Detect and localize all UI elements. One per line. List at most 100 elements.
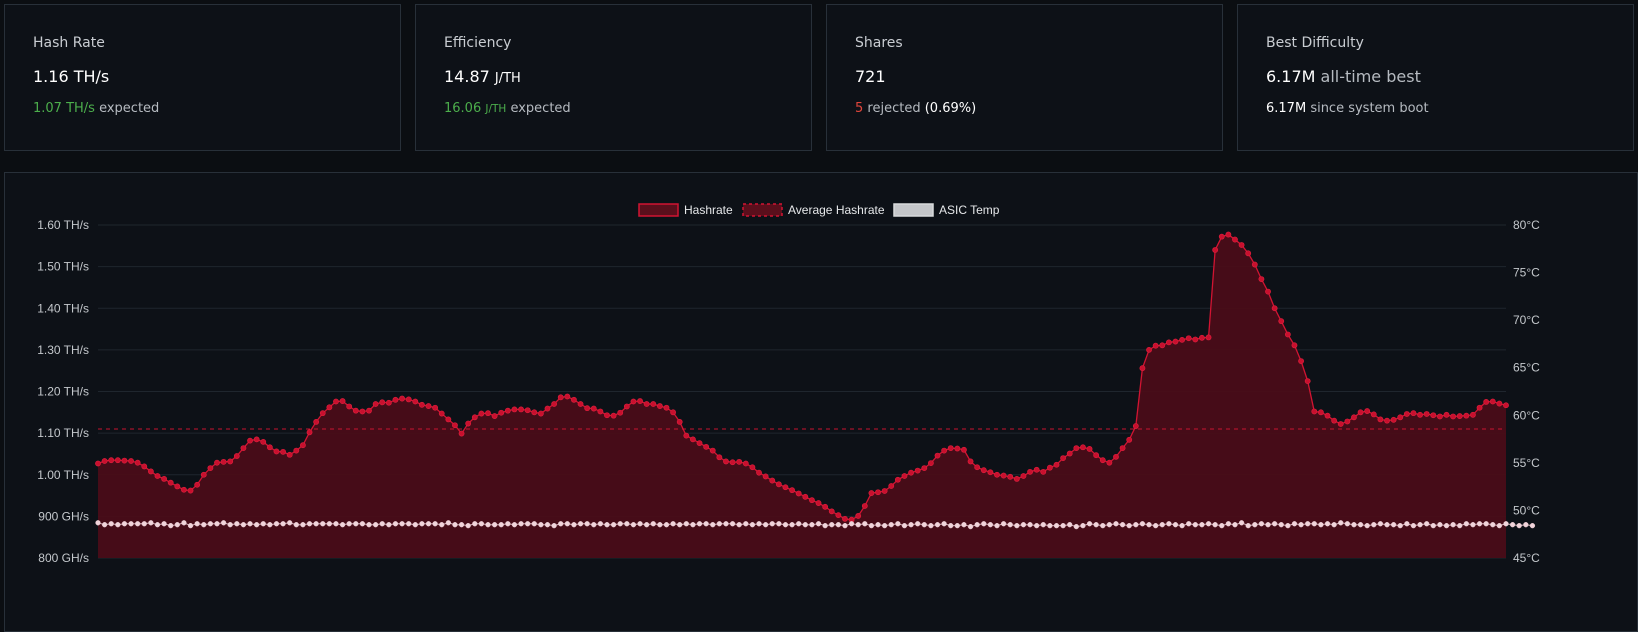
asic-temp-point[interactable] [227,522,233,528]
asic-temp-point[interactable] [597,521,604,527]
asic-temp-point[interactable] [1404,521,1410,527]
hashrate-point[interactable] [1126,436,1133,443]
asic-temp-point[interactable] [346,521,352,527]
asic-temp-point[interactable] [630,522,637,528]
hashrate-point[interactable] [1337,421,1344,427]
asic-temp-point[interactable] [670,521,676,527]
hashrate-point[interactable] [670,409,676,416]
hashrate-point[interactable] [736,458,743,465]
asic-temp-point[interactable] [1285,523,1291,529]
hashrate-point[interactable] [339,398,346,404]
hashrate-point[interactable] [908,469,914,476]
hashrate-point[interactable] [1040,468,1047,475]
hashrate-point[interactable] [703,443,710,450]
asic-temp-point[interactable] [1377,521,1384,527]
hashrate-point[interactable] [1298,358,1304,365]
asic-temp-point[interactable] [491,522,498,528]
asic-temp-point[interactable] [425,521,432,527]
hashrate-point[interactable] [134,459,141,466]
asic-temp-point[interactable] [1199,522,1205,528]
asic-temp-point[interactable] [320,521,326,527]
asic-temp-point[interactable] [1232,522,1238,528]
hashrate-point[interactable] [709,447,716,454]
legend-average-swatch[interactable] [742,203,783,217]
hashrate-point[interactable] [683,432,690,439]
hashrate-point[interactable] [511,406,518,413]
asic-temp-point[interactable] [333,521,339,527]
hashrate-point[interactable] [716,454,723,461]
hashrate-point[interactable] [643,401,650,407]
hashrate-point[interactable] [1192,336,1199,343]
hashrate-point[interactable] [1000,472,1007,479]
asic-temp-point[interactable] [782,522,789,528]
hashrate-point[interactable] [1324,412,1331,419]
asic-temp-point[interactable] [1291,521,1298,527]
hashrate-point[interactable] [1218,233,1225,240]
hashrate-point[interactable] [1146,346,1152,353]
asic-temp-point[interactable] [406,521,412,527]
asic-temp-point[interactable] [247,521,253,527]
asic-temp-point[interactable] [1258,521,1265,527]
asic-temp-point[interactable] [829,522,835,528]
asic-temp-point[interactable] [518,521,524,527]
hashrate-point[interactable] [121,457,128,464]
asic-temp-point[interactable] [624,521,630,527]
hashrate-point[interactable] [1377,416,1384,423]
hashrate-point[interactable] [167,479,174,486]
hashrate-point[interactable] [1463,412,1470,419]
hashrate-point[interactable] [1265,288,1271,295]
hashrate-point[interactable] [749,464,756,471]
hashrate-point[interactable] [1073,445,1080,452]
hashrate-point[interactable] [1476,404,1483,411]
hashrate-point[interactable] [1020,473,1027,479]
asic-temp-point[interactable] [201,522,207,528]
asic-temp-point[interactable] [326,521,333,527]
hashrate-point[interactable] [233,453,240,459]
hashrate-point[interactable] [95,460,101,467]
asic-temp-point[interactable] [1172,522,1179,528]
asic-temp-point[interactable] [908,522,914,528]
asic-temp-point[interactable] [1265,522,1271,528]
hashrate-point[interactable] [1311,408,1318,415]
asic-temp-point[interactable] [881,523,888,529]
asic-temp-point[interactable] [386,522,392,528]
hashrate-point[interactable] [1430,412,1437,419]
hashrate-point[interactable] [1397,414,1404,421]
asic-temp-point[interactable] [1424,521,1430,527]
asic-temp-point[interactable] [313,521,319,527]
legend-average-label[interactable]: Average Hashrate [788,203,885,217]
asic-temp-point[interactable] [353,521,359,527]
asic-temp-point[interactable] [862,521,868,527]
asic-temp-point[interactable] [948,523,954,529]
hashrate-point[interactable] [1483,399,1490,405]
asic-temp-point[interactable] [1503,521,1509,527]
hashrate-point[interactable] [1245,250,1252,257]
asic-temp-point[interactable] [1192,522,1198,528]
asic-temp-point[interactable] [954,523,960,529]
asic-temp-point[interactable] [1159,522,1165,528]
hashrate-point[interactable] [577,401,584,407]
hashrate-point[interactable] [1450,413,1457,420]
hashrate-point[interactable] [888,483,895,489]
hashrate-point[interactable] [617,409,624,416]
asic-temp-point[interactable] [690,522,696,528]
hashrate-point[interactable] [471,414,478,421]
asic-temp-point[interactable] [498,522,504,528]
asic-temp-point[interactable] [1523,522,1529,528]
hashrate-point[interactable] [650,401,657,407]
asic-temp-point[interactable] [1271,521,1278,527]
asic-temp-point[interactable] [1000,521,1007,527]
hashrate-point[interactable] [623,403,630,410]
asic-temp-point[interactable] [1179,523,1185,529]
hashrate-point[interactable] [372,401,379,407]
hashrate-point[interactable] [822,503,829,510]
hashrate-point[interactable] [379,399,386,406]
asic-temp-point[interactable] [1119,522,1126,528]
hashrate-point[interactable] [181,486,187,493]
hashrate-point[interactable] [1423,411,1430,417]
hashrate-point[interactable] [961,446,967,453]
hashrate-point[interactable] [1152,342,1159,349]
asic-temp-point[interactable] [1053,523,1060,529]
hashrate-point[interactable] [1503,402,1509,409]
hashrate-point[interactable] [293,447,300,454]
